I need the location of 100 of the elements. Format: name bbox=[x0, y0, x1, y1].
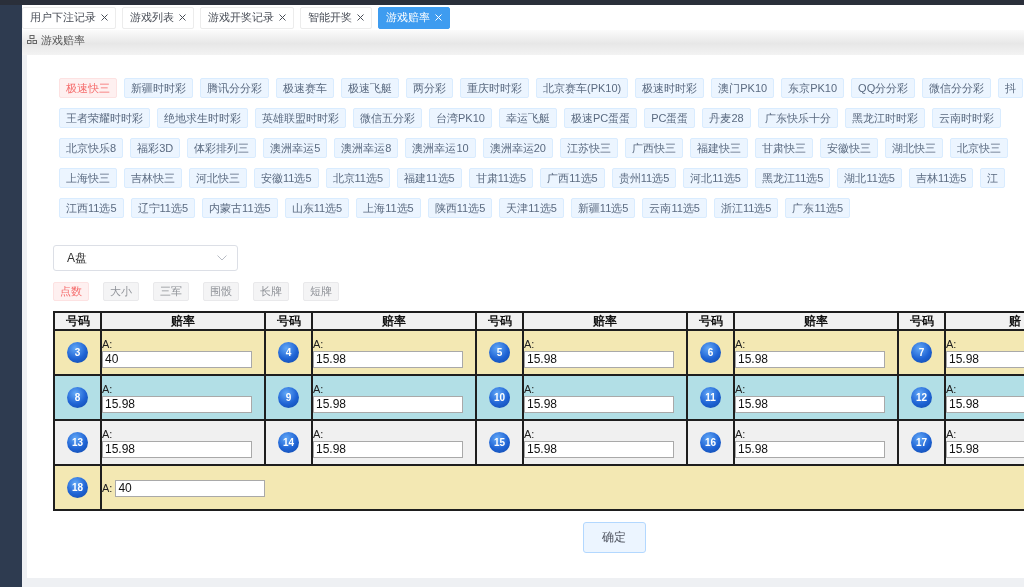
game-tag[interactable]: 新疆时时彩 bbox=[124, 78, 193, 98]
game-tag[interactable]: 丹麦28 bbox=[702, 108, 751, 128]
game-tag[interactable]: 湖北11选5 bbox=[837, 168, 902, 188]
game-tag[interactable]: 陕西11选5 bbox=[427, 198, 493, 218]
game-tag[interactable]: 极速飞艇 bbox=[341, 78, 399, 98]
game-tag[interactable]: 上海11选5 bbox=[356, 198, 421, 218]
game-tag[interactable]: 吉林11选5 bbox=[908, 168, 974, 188]
game-tag[interactable]: 抖 bbox=[998, 78, 1024, 98]
game-tag[interactable]: 上海快三 bbox=[59, 168, 117, 188]
tab[interactable]: 游戏开奖记录 bbox=[200, 6, 294, 29]
odds-input[interactable]: 40 bbox=[115, 479, 266, 497]
odds-input[interactable]: 15.98 bbox=[524, 395, 674, 413]
game-tag[interactable]: 江 bbox=[980, 168, 1006, 188]
confirm-button[interactable]: 确定 bbox=[582, 522, 646, 553]
close-icon[interactable] bbox=[179, 14, 186, 21]
game-tag[interactable]: 腾讯分分彩 bbox=[200, 78, 269, 98]
game-tag[interactable]: 贵州11选5 bbox=[611, 168, 677, 188]
odds-input[interactable]: 15.98 bbox=[946, 440, 1024, 458]
number-ball: 18 bbox=[67, 477, 88, 498]
game-tag[interactable]: 两分彩 bbox=[406, 78, 453, 98]
game-tag[interactable]: 王者荣耀时时彩 bbox=[59, 108, 150, 128]
game-tag[interactable]: 黑龙江时时彩 bbox=[844, 108, 925, 128]
tab[interactable]: 智能开奖 bbox=[300, 6, 372, 29]
game-tag[interactable]: 山东11选5 bbox=[284, 198, 350, 218]
game-tag[interactable]: 澳门PK10 bbox=[711, 78, 775, 98]
game-tag[interactable]: 福建快三 bbox=[689, 138, 748, 158]
game-tag[interactable]: 体彩排列三 bbox=[187, 138, 257, 158]
game-tag[interactable]: 广东11选5 bbox=[785, 198, 850, 218]
odds-input[interactable]: 15.98 bbox=[524, 440, 674, 458]
game-tag[interactable]: 东京PK10 bbox=[781, 78, 845, 98]
tab[interactable]: 游戏列表 bbox=[122, 6, 194, 29]
number-ball: 17 bbox=[911, 432, 932, 453]
odds-input[interactable]: 15.98 bbox=[735, 440, 885, 458]
game-tag[interactable]: 湖北快三 bbox=[884, 138, 943, 158]
game-tag[interactable]: 幸运飞艇 bbox=[498, 108, 557, 128]
game-tag[interactable]: 微信分分彩 bbox=[922, 78, 992, 98]
odds-input[interactable]: 15.98 bbox=[102, 440, 252, 458]
number-ball: 6 bbox=[700, 342, 721, 363]
game-tag[interactable]: 云南11选5 bbox=[642, 198, 707, 218]
game-tag[interactable]: 澳洲幸运8 bbox=[334, 138, 399, 158]
game-tag[interactable]: 河北快三 bbox=[189, 168, 247, 188]
game-tag[interactable]: 江西11选5 bbox=[59, 198, 124, 218]
odds-input[interactable]: 40 bbox=[102, 350, 252, 368]
odds-input[interactable]: 15.98 bbox=[735, 395, 885, 413]
game-tag[interactable]: 极速赛车 bbox=[276, 78, 334, 98]
game-tag[interactable]: 内蒙古11选5 bbox=[202, 198, 278, 218]
game-tag[interactable]: 新疆11选5 bbox=[570, 198, 636, 218]
game-tag[interactable]: 微信五分彩 bbox=[353, 108, 422, 128]
odds-input[interactable]: 15.98 bbox=[313, 350, 463, 368]
game-tag[interactable]: 极速PC蛋蛋 bbox=[563, 108, 638, 128]
game-tag[interactable]: PC蛋蛋 bbox=[644, 108, 696, 128]
bet-type-tab[interactable]: 围骰 bbox=[203, 282, 239, 301]
tab[interactable]: 游戏赔率 bbox=[378, 6, 450, 29]
odds-input[interactable]: 15.98 bbox=[524, 350, 674, 368]
game-tag[interactable]: 云南时时彩 bbox=[931, 108, 1001, 128]
game-tag[interactable]: 福建11选5 bbox=[397, 168, 462, 188]
game-tag[interactable]: 广西快三 bbox=[624, 138, 683, 158]
game-tag[interactable]: 辽宁11选5 bbox=[130, 198, 196, 218]
bet-type-tab[interactable]: 三军 bbox=[153, 282, 189, 301]
game-tag[interactable]: 北京快三 bbox=[949, 138, 1008, 158]
game-tag[interactable]: 英雄联盟时时彩 bbox=[255, 108, 346, 128]
game-tag[interactable]: QQ分分彩 bbox=[851, 78, 916, 98]
game-tag[interactable]: 甘肃快三 bbox=[754, 138, 813, 158]
game-tag[interactable]: 绝地求生时时彩 bbox=[157, 108, 248, 128]
odds-input[interactable]: 15.98 bbox=[735, 350, 885, 368]
game-tag[interactable]: 澳洲幸运5 bbox=[263, 138, 328, 158]
market-select[interactable]: A盘 bbox=[53, 245, 238, 271]
bet-type-tab[interactable]: 长牌 bbox=[253, 282, 289, 301]
bet-type-tab[interactable]: 短牌 bbox=[303, 282, 339, 301]
game-tag[interactable]: 安徽11选5 bbox=[254, 168, 319, 188]
column-header: 赔率 bbox=[734, 312, 898, 330]
game-tag[interactable]: 浙江11选5 bbox=[713, 198, 779, 218]
game-tag[interactable]: 北京11选5 bbox=[325, 168, 391, 188]
game-tag[interactable]: 北京赛车(PK10) bbox=[536, 78, 629, 98]
game-tag[interactable]: 江苏快三 bbox=[559, 138, 618, 158]
odds-input[interactable]: 15.98 bbox=[946, 350, 1024, 368]
game-tag[interactable]: 北京快乐8 bbox=[59, 138, 124, 158]
odds-input[interactable]: 15.98 bbox=[946, 395, 1024, 413]
game-tag[interactable]: 重庆时时彩 bbox=[460, 78, 529, 98]
game-tag[interactable]: 极速时时彩 bbox=[635, 78, 705, 98]
close-icon[interactable] bbox=[279, 14, 286, 21]
close-icon[interactable] bbox=[101, 14, 108, 21]
game-tag[interactable]: 甘肃11选5 bbox=[468, 168, 534, 188]
game-tag[interactable]: 台湾PK10 bbox=[429, 108, 492, 128]
game-tag[interactable]: 吉林快三 bbox=[124, 168, 182, 188]
game-tag[interactable]: 澳洲幸运10 bbox=[405, 138, 476, 158]
close-icon[interactable] bbox=[357, 14, 364, 21]
game-tag[interactable]: 河北11选5 bbox=[683, 168, 748, 188]
game-tag[interactable]: 黑龙江11选5 bbox=[754, 168, 831, 188]
odds-input[interactable]: 15.98 bbox=[313, 440, 463, 458]
game-tag[interactable]: 广西11选5 bbox=[540, 168, 605, 188]
game-tag[interactable]: 广东快乐十分 bbox=[757, 108, 838, 128]
odds-input[interactable]: 15.98 bbox=[102, 395, 252, 413]
game-tag[interactable]: 天津11选5 bbox=[499, 198, 564, 218]
game-tag[interactable]: 福彩3D bbox=[130, 138, 181, 158]
odds-input[interactable]: 15.98 bbox=[313, 395, 463, 413]
game-tag[interactable]: 澳洲幸运20 bbox=[482, 138, 553, 158]
tab[interactable]: 用户下注记录 bbox=[22, 6, 116, 29]
bet-type-tab[interactable]: 大小 bbox=[103, 282, 139, 301]
game-tag[interactable]: 安徽快三 bbox=[819, 138, 878, 158]
